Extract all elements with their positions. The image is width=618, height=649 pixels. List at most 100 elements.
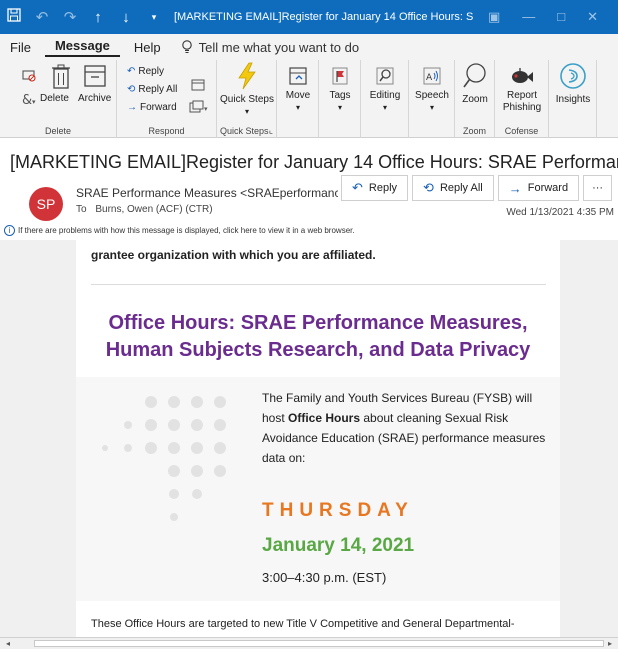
reply-all-label: Reply All xyxy=(439,182,483,194)
down-arrow-icon[interactable]: ↓ xyxy=(112,9,140,26)
zoom-group-label: Zoom xyxy=(462,126,486,136)
heading-line-1: Office Hours: SRAE Performance Measures, xyxy=(108,312,528,334)
info-bar[interactable]: i If there are problems with how this me… xyxy=(4,225,618,236)
reply-label: Reply xyxy=(368,182,398,194)
fish-icon xyxy=(512,68,533,83)
event-description: The Family and Youth Services Bureau (FY… xyxy=(262,388,552,468)
svg-text:A: A xyxy=(426,73,433,83)
editing-label: Editing xyxy=(369,90,401,101)
delete-group-label: Delete xyxy=(44,126,71,136)
minimize-icon[interactable]: — xyxy=(522,9,535,25)
editing-dropdown-icon: ▾ xyxy=(382,103,387,112)
move-dropdown-icon: ▾ xyxy=(295,103,300,112)
more-respond-icon[interactable]: ▾ xyxy=(189,100,209,118)
event-heading: Office Hours: SRAE Performance Measures,… xyxy=(76,310,560,364)
move-group: Move ▾ xyxy=(277,60,319,138)
zoom-label: Zoom xyxy=(462,94,488,105)
flag-icon xyxy=(332,67,348,85)
tell-me-search[interactable]: Tell me what you want to do xyxy=(171,40,369,55)
more-actions-button[interactable]: ··· xyxy=(583,175,613,201)
report-phishing-button[interactable] xyxy=(495,66,549,88)
ribbon-forward-button[interactable]: → Forward xyxy=(127,102,177,113)
undo-icon[interactable]: ↶ xyxy=(28,8,56,26)
editing-button[interactable] xyxy=(361,66,409,88)
description-bold: Office Hours xyxy=(288,411,361,425)
lightbulb-icon xyxy=(181,40,192,53)
reply-icon: ↶ xyxy=(127,66,136,77)
ribbon-reply-button[interactable]: ↶ Reply xyxy=(127,66,164,77)
forward-button[interactable]: → Forward xyxy=(497,175,580,201)
body-paragraph: These Office Hours are targeted to new T… xyxy=(91,618,515,630)
window-title: [MARKETING EMAIL]Register for January 14… xyxy=(174,11,474,23)
reply-icon: ↶ xyxy=(352,180,363,195)
quick-steps-button[interactable] xyxy=(225,62,269,92)
ribbon-forward-label: Forward xyxy=(140,102,177,113)
ribbon: & ▾ Delete Archive Delete ↶ Reply ⟲ Reply… xyxy=(0,60,618,138)
maximize-icon[interactable]: □ xyxy=(557,9,565,25)
scroll-left-icon[interactable]: ◂ xyxy=(2,638,14,649)
tags-button[interactable] xyxy=(319,66,361,88)
customize-toolbar-icon[interactable]: ▾ xyxy=(140,12,168,23)
insights-button[interactable] xyxy=(549,62,597,92)
dialog-launcher-icon[interactable]: ⌞ xyxy=(217,125,276,136)
email-subject: [MARKETING EMAIL]Register for January 14… xyxy=(10,152,618,172)
close-icon[interactable]: ✕ xyxy=(587,9,598,25)
speech-button[interactable]: A xyxy=(409,66,455,88)
zoom-button[interactable] xyxy=(455,62,495,92)
archive-button[interactable] xyxy=(80,64,110,90)
speech-group: A Speech ▾ xyxy=(409,60,455,138)
move-icon xyxy=(289,67,307,85)
delete-button[interactable] xyxy=(48,64,74,92)
divider xyxy=(91,284,546,285)
info-icon: i xyxy=(4,225,15,236)
recipient-line: To Burns, Owen (ACF) (CTR) xyxy=(76,204,213,215)
editing-group: Editing ▾ xyxy=(361,60,409,138)
svg-text:▾: ▾ xyxy=(204,106,208,113)
title-bar: ↶ ↷ ↑ ↓ ▾ [MARKETING EMAIL]Register for … xyxy=(0,0,618,34)
save-icon[interactable] xyxy=(0,8,28,26)
scroll-right-icon[interactable]: ▸ xyxy=(604,638,616,649)
move-button[interactable] xyxy=(277,66,319,88)
menu-message[interactable]: Message xyxy=(44,38,120,57)
search-icon xyxy=(376,67,394,85)
sender-name[interactable]: SRAE Performance Measures <SRAEperforman… xyxy=(76,186,338,200)
redo-icon[interactable]: ↷ xyxy=(56,8,84,26)
meeting-reply-icon[interactable] xyxy=(191,78,205,96)
reply-all-icon: ⟲ xyxy=(423,180,434,195)
speech-label: Speech xyxy=(415,90,449,101)
speech-dropdown-icon: ▾ xyxy=(429,103,434,112)
cleanup-icon[interactable]: & ▾ xyxy=(22,92,38,110)
forward-icon: → xyxy=(508,180,522,196)
recipient-name[interactable]: Burns, Owen (ACF) (CTR) xyxy=(95,204,212,215)
archive-icon xyxy=(84,65,106,87)
lightning-icon xyxy=(238,62,256,90)
reply-all-icon: ⟲ xyxy=(127,84,136,95)
menu-help[interactable]: Help xyxy=(124,40,171,55)
scrollbar-thumb[interactable] xyxy=(34,640,604,647)
move-label: Move xyxy=(285,90,311,101)
menu-file[interactable]: File xyxy=(0,40,41,55)
svg-text:&: & xyxy=(22,93,32,106)
tags-group: Tags ▾ xyxy=(319,60,361,138)
report-phishing-label-1: Report xyxy=(506,90,537,101)
quick-steps-group: Quick Steps ▾ Quick Steps ⌞ xyxy=(217,60,277,138)
reply-all-button[interactable]: ⟲ Reply All xyxy=(412,175,494,201)
ribbon-reply-all-button[interactable]: ⟲ Reply All xyxy=(127,84,177,95)
respond-group-label: Respond xyxy=(148,126,185,136)
ignore-icon[interactable] xyxy=(22,68,36,86)
tags-label: Tags xyxy=(329,90,351,101)
insights-label: Insights xyxy=(555,94,591,105)
forward-icon: → xyxy=(127,102,137,113)
sent-date: Wed 1/13/2021 4:35 PM xyxy=(506,207,614,218)
horizontal-scrollbar[interactable]: ◂ ▸ xyxy=(0,637,618,649)
up-arrow-icon[interactable]: ↑ xyxy=(84,9,112,26)
avatar[interactable]: SP xyxy=(29,187,63,221)
tell-me-label: Tell me what you want to do xyxy=(198,39,360,55)
ribbon-display-icon[interactable]: ▣ xyxy=(488,9,500,25)
delete-label: Delete xyxy=(40,93,69,104)
zoom-group: Zoom Zoom xyxy=(455,60,495,138)
insights-group: Insights xyxy=(549,60,597,138)
magnifier-icon xyxy=(463,63,486,88)
reply-button[interactable]: ↶ Reply xyxy=(341,175,409,201)
cofense-group: Report Phishing Cofense xyxy=(495,60,549,138)
